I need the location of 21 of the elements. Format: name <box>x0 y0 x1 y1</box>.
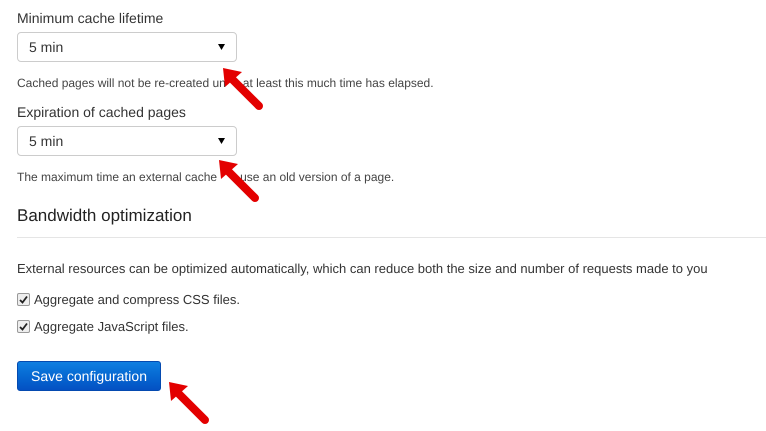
save-button[interactable]: Save configuration <box>17 361 161 391</box>
checkmark-icon <box>19 322 28 331</box>
pointer-arrow <box>168 381 210 425</box>
field-description: at least this much time has elapsed. <box>242 75 434 91</box>
field-description: The maximum time an external cache <box>17 169 218 185</box>
checkbox-label: Aggregate JavaScript files. <box>34 318 189 336</box>
section-heading: Bandwidth optimization <box>17 205 193 227</box>
field-description: Cached pages will not be re-created un <box>17 75 226 91</box>
checkmark-icon <box>19 295 28 304</box>
checkbox[interactable] <box>17 320 30 333</box>
dropdown-caret-icon <box>218 138 225 144</box>
select-field[interactable]: 5 min <box>17 32 237 62</box>
field-description: use an old version of a page. <box>240 169 394 185</box>
field-label: Expiration of cached pages <box>17 103 187 122</box>
checkbox[interactable] <box>17 293 30 306</box>
dropdown-caret-icon <box>218 44 225 50</box>
field-label: Minimum cache lifetime <box>17 9 164 28</box>
checkbox-label: Aggregate and compress CSS files. <box>34 290 240 309</box>
pointer-arrow <box>218 159 260 203</box>
section-description: External resources can be optimized automatically, which can reduce both the size and number of requests made to you <box>17 260 709 278</box>
select-field[interactable]: 5 min <box>17 126 237 156</box>
